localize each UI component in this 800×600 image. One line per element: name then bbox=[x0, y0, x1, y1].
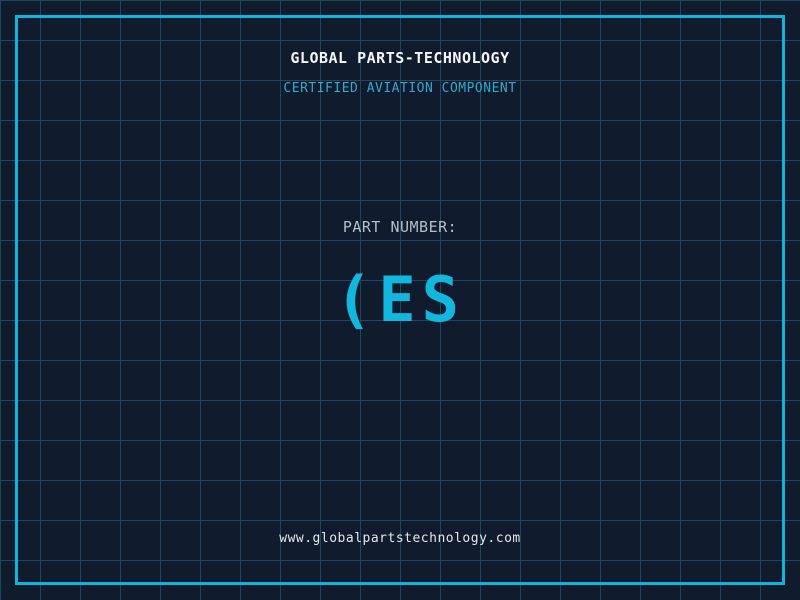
website-url: www.globalpartstechnology.com bbox=[279, 531, 521, 546]
certificate-screen: GLOBAL PARTS-TECHNOLOGY CERTIFIED AVIATI… bbox=[0, 0, 800, 600]
company-title: GLOBAL PARTS-TECHNOLOGY bbox=[290, 49, 510, 67]
certification-subtitle: CERTIFIED AVIATION COMPONENT bbox=[283, 81, 517, 96]
part-number-label: PART NUMBER: bbox=[342, 218, 458, 236]
part-number-value: (ES bbox=[335, 263, 465, 336]
